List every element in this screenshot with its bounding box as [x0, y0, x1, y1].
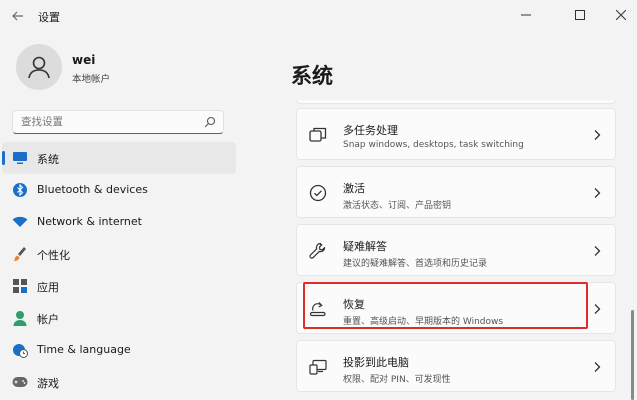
card-title: 疑难解答 — [343, 240, 387, 253]
sidebar-item-gaming[interactable]: 游戏 — [2, 366, 236, 398]
maximize-icon — [575, 10, 585, 20]
sidebar-item-accounts[interactable]: 帐户 — [2, 302, 236, 334]
settings-card-partial — [296, 100, 616, 104]
card-title: 恢复 — [343, 298, 365, 311]
gamepad-icon — [12, 374, 28, 390]
card-subtitle: Snap windows, desktops, task switching — [343, 140, 524, 150]
settings-card-projecting[interactable]: 投影到此电脑 权限、配对 PIN、可发现性 — [296, 340, 616, 392]
back-button[interactable] — [6, 5, 30, 27]
bluetooth-icon — [12, 182, 28, 198]
apps-icon — [12, 278, 28, 294]
chevron-right-icon — [594, 362, 601, 372]
settings-card-troubleshoot[interactable]: 疑难解答 建议的疑难解答、首选项和历史记录 — [296, 224, 616, 276]
card-subtitle: 权限、配对 PIN、可发现性 — [343, 375, 451, 385]
check-circle-icon — [309, 184, 327, 202]
sidebar-item-label: 帐户 — [37, 313, 59, 326]
search-input[interactable] — [21, 114, 201, 130]
close-button[interactable] — [605, 0, 637, 30]
sidebar-item-apps[interactable]: 应用 — [2, 270, 236, 302]
settings-card-multitasking[interactable]: 多任务处理 Snap windows, desktops, task switc… — [296, 108, 616, 160]
search-icon[interactable] — [204, 116, 216, 128]
brush-icon — [12, 246, 28, 262]
maximize-button[interactable] — [557, 0, 603, 30]
page-title: 系统 — [291, 64, 333, 88]
settings-card-recovery[interactable]: 恢复 重置、高级启动、早期版本的 Windows — [296, 282, 616, 334]
project-icon — [309, 359, 327, 375]
avatar — [16, 44, 62, 90]
card-title: 激活 — [343, 182, 365, 195]
globe-clock-icon — [12, 342, 28, 358]
sidebar-item-bluetooth[interactable]: Bluetooth & devices — [2, 174, 236, 206]
person-icon — [28, 56, 50, 79]
multitask-icon — [309, 127, 327, 142]
card-subtitle: 建议的疑难解答、首选项和历史记录 — [343, 259, 488, 269]
person-icon — [12, 310, 28, 326]
sidebar-item-label: 系统 — [37, 153, 59, 166]
title-bar: 设置 — [0, 0, 637, 32]
sidebar-item-label: Bluetooth & devices — [37, 183, 148, 196]
chevron-right-icon — [594, 246, 601, 256]
sidebar-item-label: Network & internet — [37, 215, 142, 228]
user-profile[interactable]: wei 本地帐户 — [16, 44, 236, 90]
card-title: 多任务处理 — [343, 124, 398, 137]
account-type: 本地帐户 — [72, 74, 111, 85]
active-indicator — [2, 151, 5, 165]
sidebar-item-personalization[interactable]: 个性化 — [2, 238, 236, 270]
settings-card-activation[interactable]: 激活 激活状态、订阅、产品密钥 — [296, 166, 616, 218]
close-icon — [616, 10, 626, 20]
recovery-icon — [309, 302, 326, 317]
sidebar-item-system[interactable]: 系统 — [2, 142, 236, 174]
card-subtitle: 重置、高级启动、早期版本的 Windows — [343, 317, 504, 327]
user-name: wei — [72, 53, 96, 67]
sidebar-nav: 系统 Bluetooth & devices Network & interne… — [0, 142, 240, 398]
wifi-icon — [12, 214, 28, 230]
sidebar-item-label: Time & language — [37, 343, 131, 356]
chevron-right-icon — [594, 130, 601, 140]
sidebar-item-label: 个性化 — [37, 249, 70, 262]
card-subtitle: 激活状态、订阅、产品密钥 — [343, 201, 452, 211]
sidebar-item-label: 游戏 — [37, 377, 59, 390]
scrollbar[interactable] — [631, 310, 634, 400]
sidebar-item-time-language[interactable]: Time & language — [2, 334, 236, 366]
wrench-icon — [309, 242, 326, 259]
app-title: 设置 — [38, 11, 60, 24]
chevron-right-icon — [594, 188, 601, 198]
chevron-right-icon — [594, 304, 601, 314]
search-box[interactable] — [12, 110, 224, 134]
arrow-left-icon — [12, 11, 23, 21]
monitor-icon — [12, 150, 28, 166]
card-title: 投影到此电脑 — [343, 356, 409, 369]
sidebar-item-network[interactable]: Network & internet — [2, 206, 236, 238]
sidebar-item-label: 应用 — [37, 281, 59, 294]
minimize-icon — [521, 14, 531, 16]
minimize-button[interactable] — [503, 0, 549, 30]
